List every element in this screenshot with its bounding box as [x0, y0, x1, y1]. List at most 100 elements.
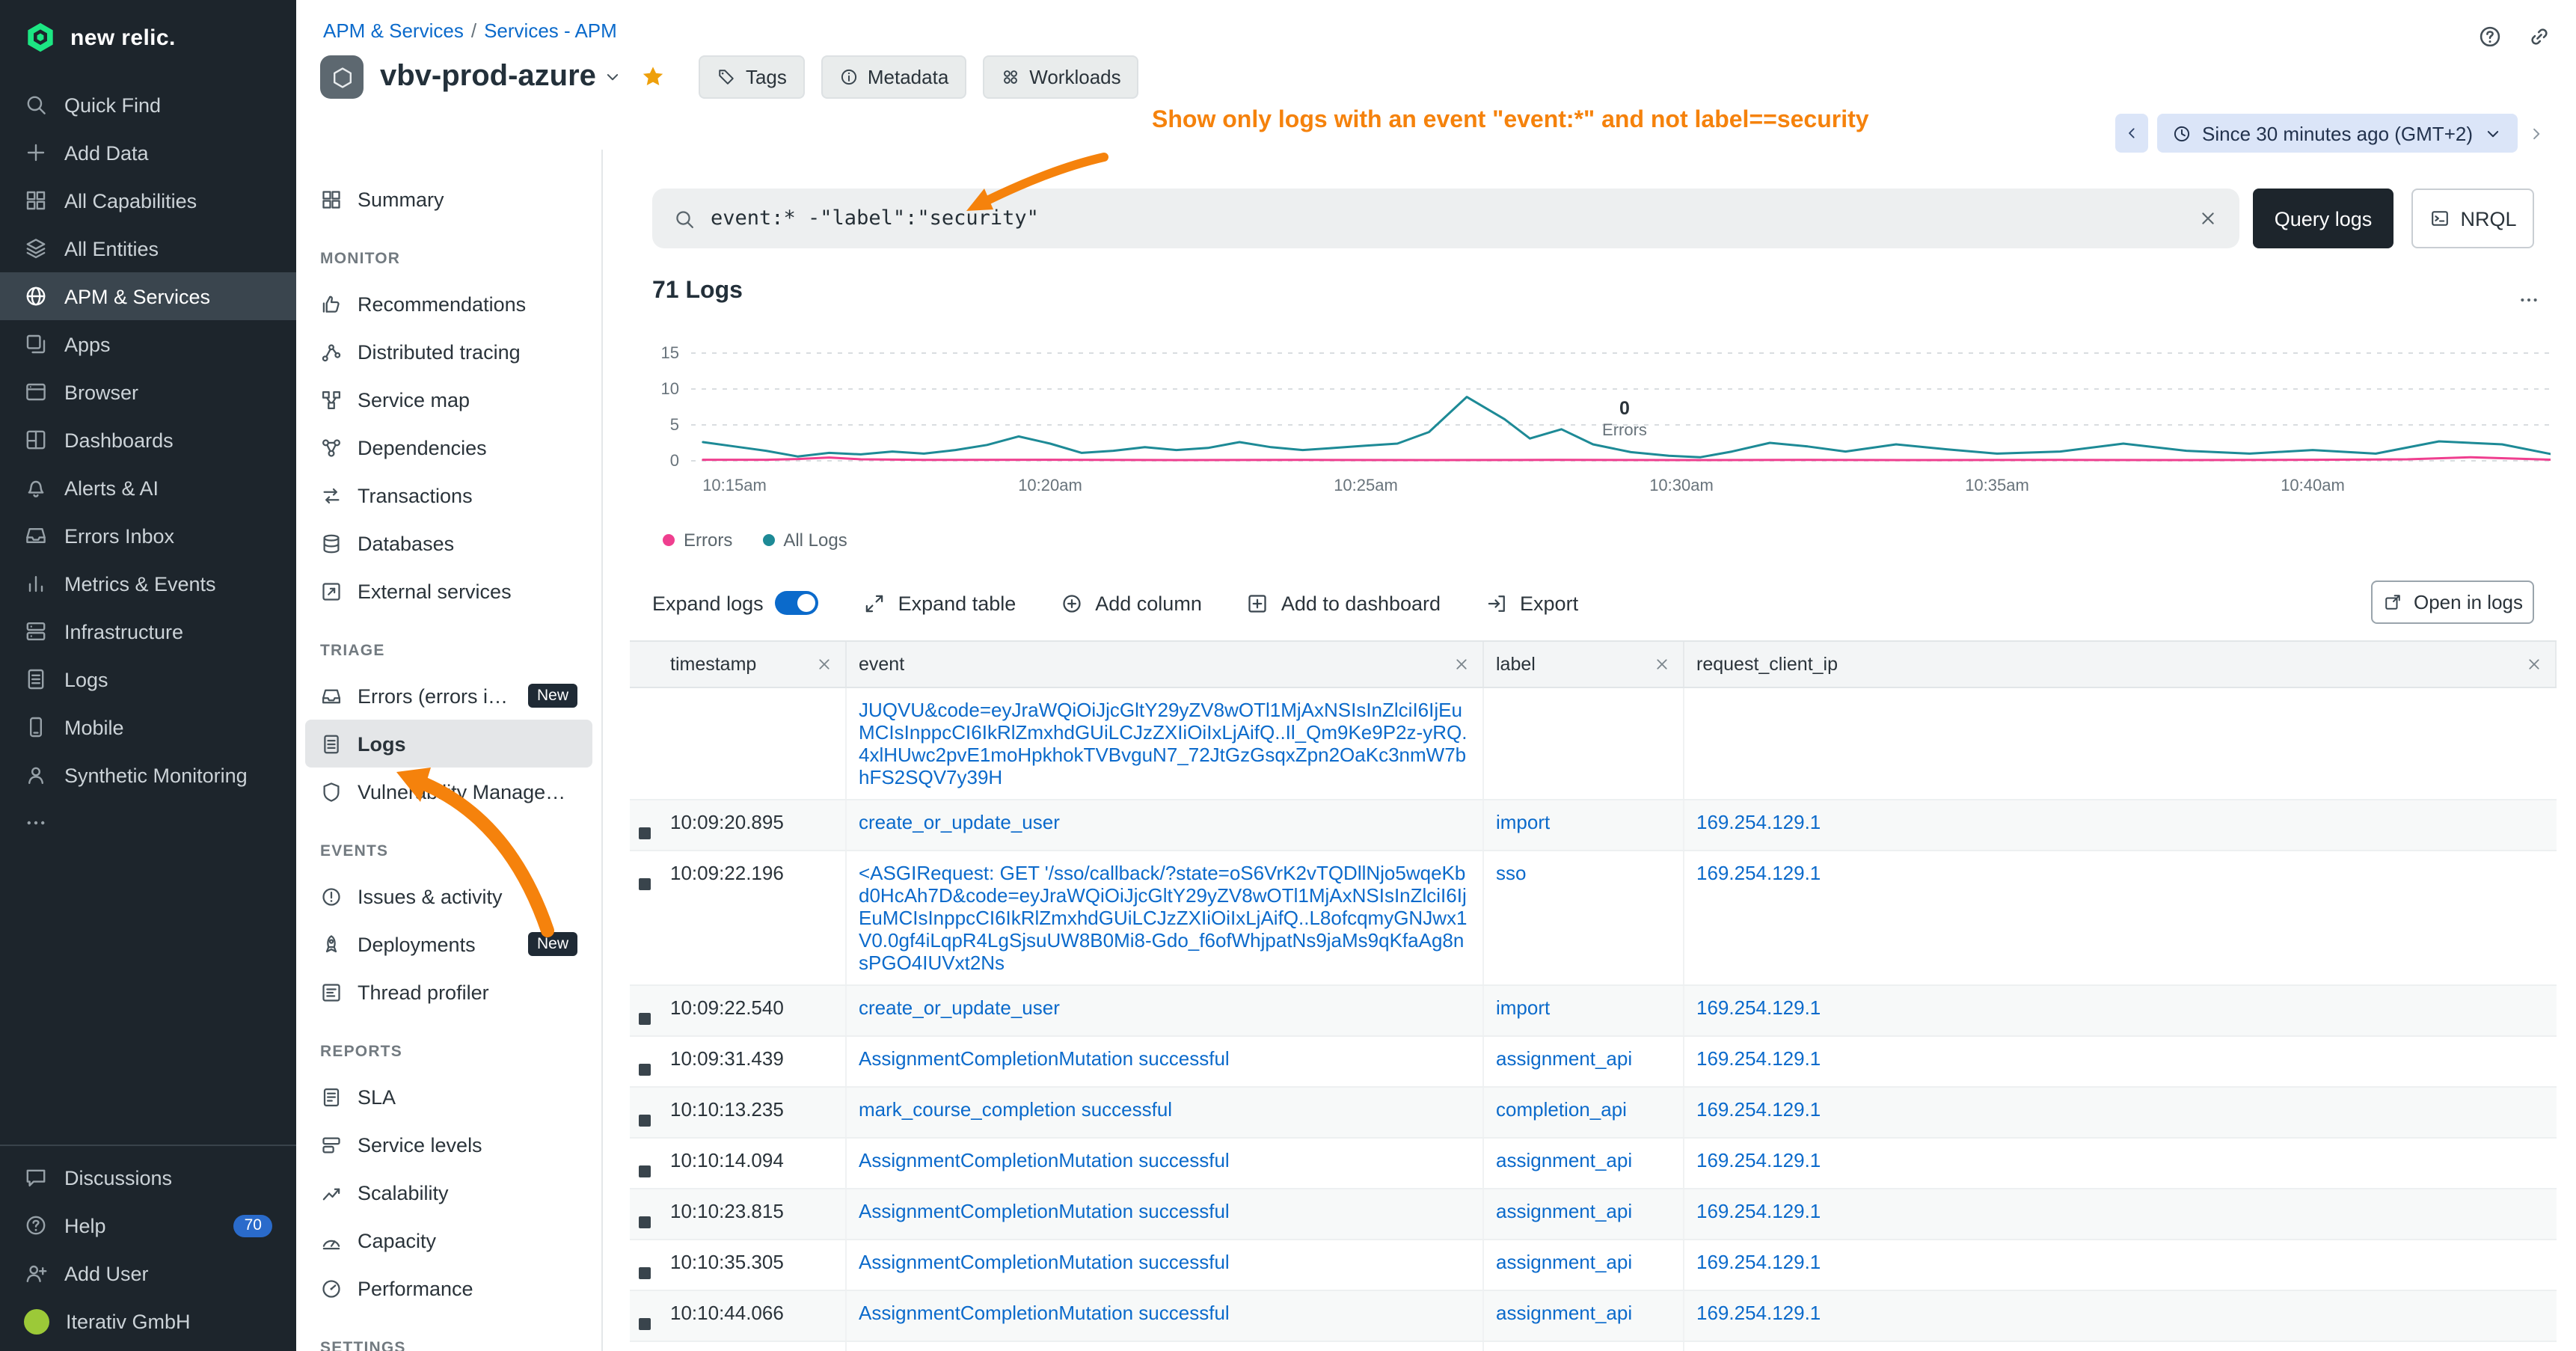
row-marker-cell[interactable]: [630, 1240, 658, 1290]
sidebar-item-apps[interactable]: Apps: [0, 320, 296, 368]
log-row[interactable]: JUQVU&code=eyJraWQiOiJjcGltY29yZV8wOTl1M…: [630, 688, 2557, 800]
log-label-link[interactable]: import: [1496, 811, 1550, 833]
export-button[interactable]: Export: [1485, 592, 1578, 614]
time-forward-button[interactable]: [2527, 123, 2546, 143]
sidebar-item-infrastructure[interactable]: Infrastructure: [0, 607, 296, 655]
log-request-client-ip-link[interactable]: 169.254.129.1: [1696, 811, 1821, 833]
log-event-link[interactable]: AssignmentCompletionMutation successful: [859, 1302, 1230, 1324]
log-request-client-ip-link[interactable]: 169.254.129.1: [1696, 862, 1821, 884]
subnav-item-databases[interactable]: Databases: [305, 519, 592, 567]
clear-search-icon[interactable]: [2198, 208, 2218, 229]
log-row[interactable]: 10:09:22.196<ASGIRequest: GET '/sso/call…: [630, 851, 2557, 986]
subnav-item-issues-activity[interactable]: Issues & activity: [305, 872, 592, 920]
log-request-client-ip-link[interactable]: 169.254.129.1: [1696, 1149, 1821, 1171]
log-label-link[interactable]: import: [1496, 996, 1550, 1019]
log-request-client-ip-link[interactable]: 169.254.129.1: [1696, 996, 1821, 1019]
row-marker-cell[interactable]: [630, 1088, 658, 1137]
log-event-link[interactable]: AssignmentCompletionMutation successful: [859, 1251, 1230, 1273]
sidebar-item-more[interactable]: [0, 799, 296, 847]
log-row[interactable]: 10:09:22.540create_or_update_userimport1…: [630, 986, 2557, 1037]
remove-column-icon[interactable]: [2525, 655, 2543, 673]
sidebar-item-browser[interactable]: Browser: [0, 368, 296, 416]
column-header-label[interactable]: label: [1484, 642, 1684, 687]
log-request-client-ip-link[interactable]: 169.254.129.1: [1696, 1098, 1821, 1121]
subnav-item-logs[interactable]: Logs: [305, 720, 592, 768]
log-label-link[interactable]: assignment_api: [1496, 1149, 1632, 1171]
subnav-item-deployments[interactable]: DeploymentsNew: [305, 920, 592, 968]
log-event-link[interactable]: JUQVU&code=eyJraWQiOiJjcGltY29yZV8wOTl1M…: [859, 699, 1467, 788]
sidebar-item-logs[interactable]: Logs: [0, 655, 296, 703]
legend-item-all-logs[interactable]: All Logs: [762, 530, 847, 551]
search-input[interactable]: event:* -"label":"security": [711, 206, 1039, 230]
favorite-star-icon[interactable]: [641, 64, 666, 90]
subnav-item-service-map[interactable]: Service map: [305, 376, 592, 423]
row-marker-cell[interactable]: [630, 1291, 658, 1341]
log-row[interactable]: 10:09:20.895create_or_update_userimport1…: [630, 800, 2557, 851]
row-marker-cell[interactable]: [630, 688, 658, 799]
log-event-link[interactable]: mark_course_completion successful: [859, 1098, 1172, 1121]
subnav-item-distributed-tracing[interactable]: Distributed tracing: [305, 328, 592, 376]
log-event-link[interactable]: <ASGIRequest: GET '/sso/callback/?state=…: [859, 862, 1467, 974]
log-request-client-ip-link[interactable]: 169.254.129.1: [1696, 1302, 1821, 1324]
breadcrumb-apm-services[interactable]: APM & Services: [323, 19, 464, 42]
sidebar-item-all-entities[interactable]: All Entities: [0, 224, 296, 272]
remove-column-icon[interactable]: [1453, 655, 1471, 673]
log-request-client-ip-link[interactable]: 169.254.129.1: [1696, 1200, 1821, 1222]
log-label-link[interactable]: sso: [1496, 862, 1526, 884]
add-column-button[interactable]: Add column: [1061, 592, 1202, 614]
help-circle-icon[interactable]: [2477, 24, 2503, 51]
subnav-item-recommendations[interactable]: Recommendations: [305, 280, 592, 328]
subnav-item-thread-profiler[interactable]: Thread profiler: [305, 968, 592, 1016]
log-event-link[interactable]: AssignmentCompletionMutation successful: [859, 1149, 1230, 1171]
log-label-link[interactable]: assignment_api: [1496, 1302, 1632, 1324]
row-marker-cell[interactable]: [630, 986, 658, 1035]
sidebar-footer-item-add-user[interactable]: Add User: [0, 1249, 296, 1297]
nrql-button[interactable]: NRQL: [2411, 189, 2534, 248]
subnav-item-vulnerability-management[interactable]: Vulnerability Management: [305, 768, 592, 815]
remove-column-icon[interactable]: [1653, 655, 1671, 673]
column-header-timestamp[interactable]: timestamp: [658, 642, 847, 687]
legend-item-errors[interactable]: Errors: [663, 530, 732, 551]
time-range-button[interactable]: Since 30 minutes ago (GMT+2): [2157, 114, 2518, 153]
subnav-item-scalability[interactable]: Scalability: [305, 1168, 592, 1216]
subnav-item-dependencies[interactable]: Dependencies: [305, 423, 592, 471]
log-row[interactable]: 10:09:31.439AssignmentCompletionMutation…: [630, 1037, 2557, 1088]
log-label-link[interactable]: assignment_api: [1496, 1251, 1632, 1273]
sidebar-item-synthetic-monitoring[interactable]: Synthetic Monitoring: [0, 751, 296, 799]
log-event-link[interactable]: create_or_update_user: [859, 996, 1060, 1019]
sidebar-footer-item-discussions[interactable]: Discussions: [0, 1154, 296, 1201]
row-marker-cell[interactable]: [630, 1189, 658, 1239]
expand-logs-toggle[interactable]: Expand logs: [652, 591, 819, 615]
row-marker-cell[interactable]: [630, 1037, 658, 1086]
expand-table-button[interactable]: Expand table: [864, 592, 1016, 614]
sidebar-item-add-data[interactable]: Add Data: [0, 129, 296, 177]
sidebar-item-apm-services[interactable]: APM & Services: [0, 272, 296, 320]
row-marker-cell[interactable]: [630, 851, 658, 984]
sidebar-item-alerts-ai[interactable]: Alerts & AI: [0, 464, 296, 512]
sidebar-item-dashboards[interactable]: Dashboards: [0, 416, 296, 464]
tags-button[interactable]: Tags: [699, 55, 805, 99]
sidebar-item-errors-inbox[interactable]: Errors Inbox: [0, 512, 296, 560]
log-search-bar[interactable]: event:* -"label":"security": [652, 189, 2239, 248]
row-marker-cell[interactable]: [630, 1342, 658, 1351]
subnav-item-summary[interactable]: Summary: [305, 175, 592, 223]
log-row[interactable]: 10:10:23.815AssignmentCompletionMutation…: [630, 1189, 2557, 1240]
subnav-item-capacity[interactable]: Capacity: [305, 1216, 592, 1264]
log-request-client-ip-link[interactable]: 169.254.129.1: [1696, 1047, 1821, 1070]
sidebar-footer-item-help[interactable]: Help70: [0, 1201, 296, 1249]
log-row[interactable]: 10:10:44.066AssignmentCompletionMutation…: [630, 1291, 2557, 1342]
chart-options-kebab-icon[interactable]: [2518, 287, 2540, 314]
column-header-event[interactable]: event: [847, 642, 1484, 687]
open-in-logs-button[interactable]: Open in logs: [2371, 580, 2534, 624]
query-logs-button[interactable]: Query logs: [2253, 189, 2393, 248]
time-back-button[interactable]: [2115, 114, 2148, 153]
add-to-dashboard-button[interactable]: Add to dashboard: [1247, 592, 1441, 614]
log-label-link[interactable]: assignment_api: [1496, 1047, 1632, 1070]
subnav-item-performance[interactable]: Performance: [305, 1264, 592, 1312]
logs-timeseries-chart[interactable]: 05101510:15am10:20am10:25am10:30am10:35a…: [646, 341, 2551, 503]
subnav-item-external-services[interactable]: External services: [305, 567, 592, 615]
sidebar-item-metrics-events[interactable]: Metrics & Events: [0, 560, 296, 607]
log-row[interactable]: 10:10:35.305AssignmentCompletionMutation…: [630, 1240, 2557, 1291]
sidebar-item-quick-find[interactable]: Quick Find: [0, 81, 296, 129]
subnav-item-service-levels[interactable]: Service levels: [305, 1121, 592, 1168]
